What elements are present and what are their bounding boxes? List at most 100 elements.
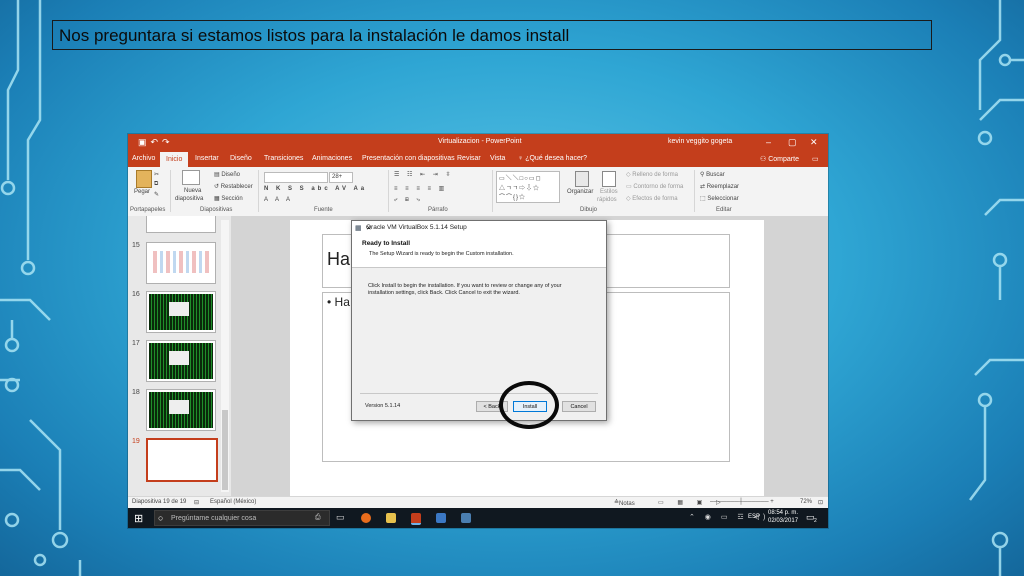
scrollbar-thumb[interactable] [222, 410, 228, 490]
new-slide-label-2[interactable]: diapositiva [175, 196, 203, 202]
dialog-close-icon[interactable]: ✕ [366, 224, 601, 232]
search-placeholder: Pregúntame cualquier cosa [171, 515, 257, 522]
clock-date[interactable]: 02/03/2017 [768, 518, 798, 524]
thumbnail-number: 15 [132, 242, 140, 249]
paste-label[interactable]: Pegar [134, 189, 150, 195]
find-button[interactable]: ⚲ Buscar [700, 171, 725, 178]
firefox-icon[interactable] [361, 513, 371, 523]
input-language[interactable]: ESP [748, 514, 760, 520]
font-format-buttons[interactable]: N K S S abc AV Aa [264, 186, 367, 192]
font-color-buttons[interactable]: A A A [264, 197, 293, 203]
shape-outline-button[interactable]: ▭ Contorno de forma [626, 183, 683, 190]
replace-button[interactable]: ⇄ Reemplazar [700, 183, 739, 190]
slide-thumbnail-16[interactable] [146, 291, 216, 333]
zoom-slider[interactable]: –──────┼────── + [710, 499, 774, 505]
comments-icon[interactable]: ▭ [812, 155, 819, 163]
tab-diseno[interactable]: Diseño [230, 155, 252, 162]
thumbnails-scrollbar[interactable] [221, 220, 229, 492]
list-buttons[interactable]: ☰ ☷ ⇤ ⇥ ⇳ [394, 171, 454, 178]
maximize-icon[interactable]: ▢ [788, 137, 797, 148]
thumbnail-window [169, 302, 189, 316]
paste-icon[interactable] [136, 170, 152, 188]
cortana-search-box[interactable]: ○ Pregúntame cualquier cosa ⎙ [154, 510, 330, 526]
quick-styles-icon[interactable] [602, 171, 616, 187]
user-name[interactable]: kevin veggito gogeta [668, 138, 732, 145]
separator [388, 170, 389, 212]
reset-button[interactable]: ↺ Restablecer [214, 183, 253, 190]
ribbon-tabs: Archivo Inicio Insertar Diseño Transicio… [128, 151, 828, 167]
new-slide-icon[interactable] [182, 170, 200, 185]
ribbon: Pegar ✂ ⧉ ✎ Nueva diapositiva ▤ Diseño ↺… [128, 167, 828, 217]
tab-transiciones[interactable]: Transiciones [264, 155, 303, 162]
slide-thumbnail-17[interactable] [146, 340, 216, 382]
new-slide-label[interactable]: Nueva [184, 188, 201, 194]
quick-styles-label[interactable]: Estilos [600, 189, 618, 195]
powerpoint-taskbar-icon[interactable] [411, 513, 421, 525]
tab-presentacion[interactable]: Presentación con diapositivas [362, 155, 455, 162]
minimize-icon[interactable]: – [766, 137, 771, 147]
spelling-icon[interactable]: ⊟ [194, 499, 199, 506]
share-button[interactable]: ⚇ Comparte [760, 155, 799, 163]
cut-icon[interactable]: ✂ [154, 171, 159, 178]
mail-icon[interactable] [436, 513, 446, 523]
slide-bullet-text: • Ha [327, 295, 350, 309]
group-editing: Editar [716, 207, 732, 213]
slide-thumbnail-15[interactable] [146, 242, 216, 284]
shapes-gallery[interactable]: ▭＼＼□○▭◻ △ㄱㄱ⇨⇩☆ ⌒⌒{}☆ [496, 171, 560, 203]
group-font: Fuente [314, 207, 333, 213]
tab-archivo[interactable]: Archivo [132, 155, 155, 162]
section-button[interactable]: ▦ Sección [214, 195, 243, 202]
arrange-icon[interactable] [575, 171, 589, 187]
font-size-value: 28+ [332, 174, 343, 180]
slide-thumbnail-19[interactable] [146, 438, 218, 482]
separator [492, 170, 493, 212]
clock-time[interactable]: 08:54 p. m. [768, 510, 798, 516]
select-label: Seleccionar [707, 196, 739, 202]
task-view-icon[interactable]: ▭ [336, 512, 345, 523]
reset-label: Restablecer [220, 184, 253, 190]
tab-inicio[interactable]: Inicio [160, 152, 189, 167]
language-status[interactable]: Español (México) [210, 499, 256, 505]
tab-revisar[interactable]: Revisar [457, 155, 481, 162]
dialog-body: Click Install to begin the installation.… [368, 283, 588, 297]
layout-button[interactable]: ▤ Diseño [214, 171, 240, 178]
quick-styles-label-2[interactable]: rápidos [597, 197, 617, 203]
slide-thumbnail-14[interactable] [146, 216, 216, 233]
close-icon[interactable]: ✕ [810, 137, 818, 148]
microphone-icon[interactable]: ⎙ [315, 514, 321, 522]
font-name-field[interactable] [264, 172, 328, 183]
dialog-body-line: installation settings, click Back. Click… [368, 290, 520, 296]
find-label: Buscar [706, 172, 725, 178]
shapes-row-1: ▭＼＼□○▭◻ [499, 176, 542, 182]
slide-counter: Diapositiva 19 de 19 [132, 499, 187, 505]
version-label: Version 5.1.14 [365, 403, 401, 409]
font-size-field[interactable]: 28+ [329, 172, 353, 183]
group-paragraph: Párrafo [428, 207, 448, 213]
virtualbox-taskbar-icon[interactable] [461, 513, 471, 523]
tab-animaciones[interactable]: Animaciones [312, 155, 352, 162]
cortana-icon: ○ [158, 513, 164, 523]
tell-me-search[interactable]: ♀ ¿Qué desea hacer? [518, 155, 587, 162]
cancel-button[interactable]: Cancel [562, 401, 596, 412]
shape-effects-label: Efectos de forma [632, 196, 678, 202]
format-painter-icon[interactable]: ✎ [154, 191, 159, 198]
arrange-label[interactable]: Organizar [567, 189, 593, 195]
shape-effects-button[interactable]: ◇ Efectos de forma [626, 195, 678, 202]
windows-start-icon[interactable]: ⊞ [134, 512, 143, 525]
select-button[interactable]: ⬚ Seleccionar [700, 195, 739, 202]
zoom-level[interactable]: 72% [800, 499, 812, 505]
tab-vista[interactable]: Vista [490, 155, 505, 162]
tab-insertar[interactable]: Insertar [195, 155, 219, 162]
notes-button[interactable]: ≙ Notas [614, 499, 635, 507]
text-direction-buttons[interactable]: ⤶ ⊞ ⤷ [394, 197, 423, 204]
quick-access-icons[interactable]: ▣↶↷ [138, 137, 174, 148]
align-buttons[interactable]: ≡ ≡ ≡ ≡ ▥ [394, 185, 447, 192]
slide-thumbnail-18[interactable] [146, 389, 216, 431]
highlight-circle [499, 381, 559, 429]
copy-icon[interactable]: ⧉ [154, 181, 158, 188]
fit-slide-icon[interactable]: ⊡ [818, 499, 823, 506]
file-explorer-icon[interactable] [386, 513, 396, 523]
shape-fill-button[interactable]: ◇ Relleno de forma [626, 171, 678, 178]
section-label: Sección [221, 196, 243, 202]
shape-fill-label: Relleno de forma [632, 172, 678, 178]
